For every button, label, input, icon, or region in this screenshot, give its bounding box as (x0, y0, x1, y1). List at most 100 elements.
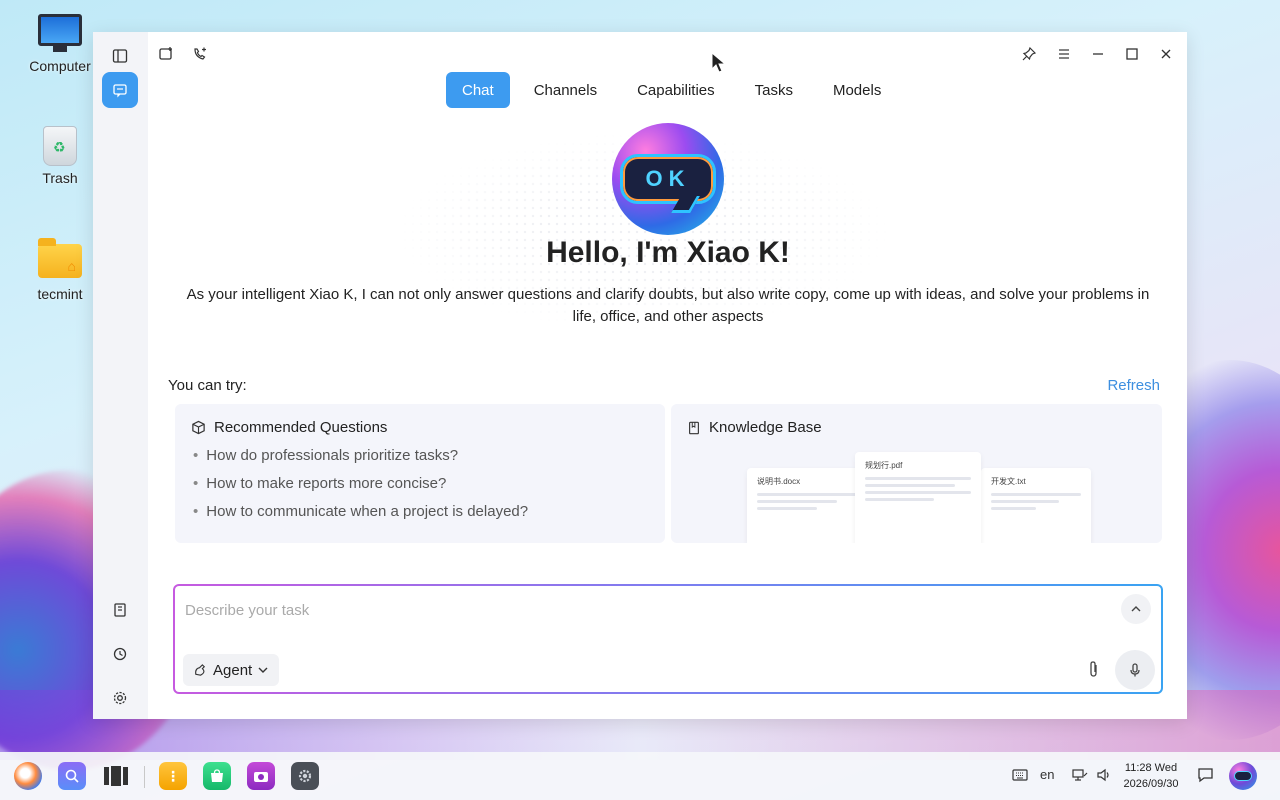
task-input-box: Agent (173, 584, 1163, 694)
network-icon (1072, 769, 1088, 781)
recommended-questions-title: Recommended Questions (214, 419, 388, 436)
camera-icon (254, 772, 268, 782)
hamburger-icon (1059, 49, 1069, 59)
kb-doc-name: 开发文.txt (991, 477, 1026, 486)
question-item[interactable]: How to make reports more concise? (193, 473, 528, 501)
tab-models[interactable]: Models (817, 72, 897, 108)
knowledge-base-header: Knowledge Base (687, 419, 822, 436)
taskbar: ⋮ en 11:28 Wed 2026/09/30 (0, 752, 1280, 800)
sidebar-toggle-button[interactable] (102, 38, 138, 74)
sidebar-item-settings[interactable] (102, 680, 138, 716)
tab-channels[interactable]: Channels (518, 72, 613, 108)
speech-bubble-icon: OK (620, 154, 716, 204)
new-chat-button[interactable] (152, 40, 180, 68)
clock[interactable]: 11:28 Wed 2026/09/30 (1120, 760, 1182, 792)
cube-icon (192, 420, 205, 435)
desktop-icon-label: Trash (42, 170, 78, 186)
keyboard-icon (1012, 769, 1028, 781)
shopping-bag-icon (211, 769, 223, 782)
xiaok-logo: OK (612, 123, 724, 235)
question-list: How do professionals prioritize tasks? H… (193, 445, 528, 529)
agent-mode-selector[interactable]: Agent (183, 654, 280, 686)
knowledge-base-title: Knowledge Base (709, 419, 822, 436)
voice-call-button[interactable] (186, 40, 214, 68)
sidebar-item-history[interactable] (102, 636, 138, 672)
app-store-app[interactable] (203, 762, 231, 790)
speaker-icon (1097, 768, 1109, 782)
kb-doc-preview: 开发文.txt (981, 468, 1091, 543)
desktop-icon-tecmint[interactable]: ⌂ tecmint (20, 238, 100, 302)
settings-app[interactable] (291, 762, 319, 790)
try-label: You can try: (168, 377, 247, 394)
camera-app[interactable] (247, 762, 275, 790)
history-icon (113, 647, 127, 661)
maximize-button[interactable] (1118, 40, 1146, 68)
desktop-icon-computer[interactable]: Computer (20, 14, 100, 74)
desktop-icon-label: tecmint (37, 286, 83, 302)
attach-button[interactable] (1087, 660, 1101, 683)
paperclip-icon (1090, 661, 1097, 677)
launcher-button[interactable] (14, 762, 42, 790)
input-language[interactable]: en (1040, 767, 1054, 782)
clock-time: 11:28 Wed (1124, 762, 1178, 774)
greeting-heading: Hello, I'm Xiao K! (546, 236, 790, 269)
notebook-icon (114, 603, 126, 617)
recommended-questions-header: Recommended Questions (191, 419, 387, 436)
kb-doc-preview: 说明书.docx (747, 468, 867, 543)
computer-icon (38, 14, 82, 52)
voice-input-button[interactable] (1115, 650, 1155, 690)
multitask-view-button[interactable] (102, 762, 130, 790)
intro-text: As your intelligent Xiao K, I can not on… (186, 286, 1150, 325)
agent-mode-label: Agent (213, 661, 253, 679)
notification-button[interactable] (1197, 767, 1214, 786)
mouse-cursor-icon (711, 52, 727, 73)
expand-button[interactable] (1121, 594, 1151, 624)
sidebar-item-notes[interactable] (102, 592, 138, 628)
pin-icon (1022, 46, 1037, 61)
file-manager-icon: ⋮ (166, 767, 180, 784)
knowledge-base-card[interactable]: Knowledge Base 说明书.docx 开发文.txt 规划行.pdf (671, 404, 1162, 543)
refresh-link[interactable]: Refresh (1107, 377, 1160, 394)
minimize-button[interactable] (1084, 40, 1112, 68)
task-input[interactable] (185, 598, 1085, 622)
search-app-button[interactable] (58, 762, 86, 790)
new-chat-icon (159, 47, 172, 60)
network-button[interactable] (1072, 768, 1088, 785)
desktop-icon-trash[interactable]: ♻ Trash (20, 126, 100, 186)
xiaok-window: Chat Channels Capabilities Tasks Models … (93, 32, 1187, 719)
sidebar-item-chat[interactable] (102, 72, 138, 108)
settings-gear-icon (298, 769, 312, 783)
home-folder-icon: ⌂ (38, 238, 82, 278)
pin-button[interactable] (1015, 40, 1043, 68)
taskbar-separator (144, 766, 145, 788)
phone-add-icon (194, 47, 206, 60)
tab-tasks[interactable]: Tasks (739, 72, 809, 108)
main-tabs: Chat Channels Capabilities Tasks Models (446, 72, 897, 108)
minimize-icon (1093, 53, 1103, 55)
menu-button[interactable] (1050, 40, 1078, 68)
tab-capabilities[interactable]: Capabilities (621, 72, 731, 108)
close-button[interactable] (1152, 40, 1180, 68)
desktop-icon-label: Computer (29, 58, 91, 74)
volume-button[interactable] (1096, 768, 1112, 785)
question-item[interactable]: How to communicate when a project is del… (193, 501, 528, 529)
multitask-icon (104, 766, 128, 786)
xiaok-tray-button[interactable] (1229, 762, 1257, 790)
sidebar (93, 32, 148, 719)
agent-icon (195, 663, 206, 676)
recommended-questions-card: Recommended Questions How do professiona… (175, 404, 665, 543)
chat-icon (113, 84, 127, 98)
clock-date: 2026/09/30 (1123, 778, 1179, 790)
tab-chat[interactable]: Chat (446, 72, 510, 108)
notification-icon (1198, 768, 1213, 783)
question-item[interactable]: How do professionals prioritize tasks? (193, 445, 528, 473)
book-icon (689, 421, 699, 434)
kb-doc-preview: 规划行.pdf (855, 452, 981, 543)
chevron-down-icon (258, 667, 268, 673)
sidebar-toggle-icon (112, 49, 128, 63)
search-icon (65, 769, 79, 783)
keyboard-button[interactable] (1012, 768, 1028, 785)
file-manager-app[interactable]: ⋮ (159, 762, 187, 790)
xiaok-tray-icon (1234, 771, 1252, 781)
trash-icon: ♻ (43, 126, 77, 166)
